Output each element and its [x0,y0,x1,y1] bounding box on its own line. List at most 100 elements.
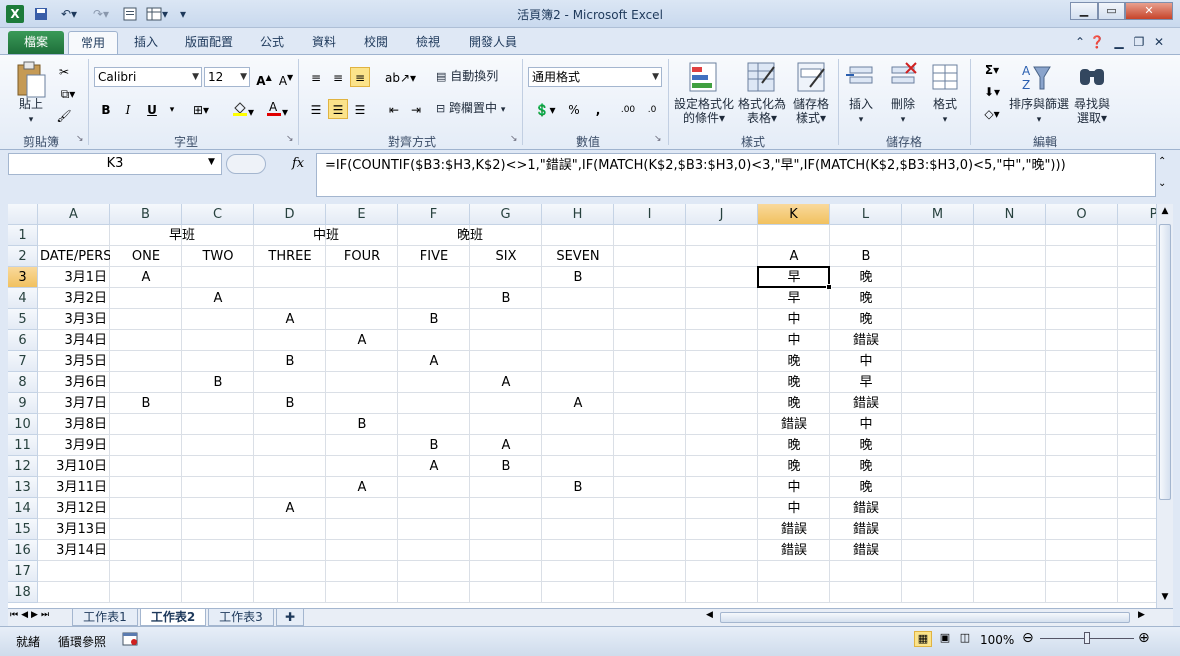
cell-m9[interactable] [902,393,974,414]
cell-k17[interactable] [758,561,830,582]
cell-b5[interactable] [110,309,182,330]
delete-cells-icon[interactable] [888,61,918,93]
cell-e17[interactable] [326,561,398,582]
cell-o17[interactable] [1046,561,1118,582]
cell-b17[interactable] [110,561,182,582]
cell-m10[interactable] [902,414,974,435]
cell-b11[interactable] [110,435,182,456]
cell-d10[interactable] [254,414,326,435]
cell-b12[interactable] [110,456,182,477]
cell-styles-icon[interactable] [796,61,826,93]
cell-i6[interactable] [614,330,686,351]
wrap-text-button[interactable]: ▤ 自動換列 [436,69,516,84]
cell-f18[interactable] [398,582,470,603]
new-sheet-icon[interactable]: ✚ [276,609,304,626]
cell-c7[interactable] [182,351,254,372]
cell-h5[interactable] [542,309,614,330]
cell-g6[interactable] [470,330,542,351]
align-left-icon[interactable]: ☰ [306,99,326,119]
cell-b7[interactable] [110,351,182,372]
cell-n7[interactable] [974,351,1046,372]
cell-b10[interactable] [110,414,182,435]
cell-e3[interactable] [326,267,398,288]
column-header-f[interactable]: F [398,204,470,225]
merge-center-button[interactable]: ⊟ 跨欄置中 ▾ [436,101,520,117]
cell-m13[interactable] [902,477,974,498]
formula-collapse-icon[interactable]: ⌃ [1158,156,1166,167]
insert-cells-button[interactable]: 插入 ▾ [844,97,878,127]
cell-m6[interactable] [902,330,974,351]
help-icon[interactable]: ❓ [1088,31,1106,54]
maximize-button[interactable]: ▭ [1098,2,1125,20]
cell-f13[interactable] [398,477,470,498]
row-header-17[interactable]: 17 [8,561,38,582]
column-header-j[interactable]: J [686,204,758,225]
cell-c14[interactable] [182,498,254,519]
column-header-g[interactable]: G [470,204,542,225]
formula-input[interactable]: =IF(COUNTIF($B3:$H3,K$2)<>1,"錯誤",IF(MATC… [316,153,1156,197]
cell-i14[interactable] [614,498,686,519]
cell-i4[interactable] [614,288,686,309]
cell-n10[interactable] [974,414,1046,435]
cell-m11[interactable] [902,435,974,456]
horizontal-scroll-thumb[interactable] [720,612,1130,623]
cell-h4[interactable] [542,288,614,309]
cell-b14[interactable] [110,498,182,519]
cell-e15[interactable] [326,519,398,540]
cell-d11[interactable] [254,435,326,456]
cell-e9[interactable] [326,393,398,414]
format-painter-icon[interactable]: 🖌 [54,105,74,125]
cell-h17[interactable] [542,561,614,582]
cell-f16[interactable] [398,540,470,561]
tab-page-layout[interactable]: 版面配置 [176,31,242,54]
cell-h8[interactable] [542,372,614,393]
cell-i8[interactable] [614,372,686,393]
cell-n11[interactable] [974,435,1046,456]
cell-n14[interactable] [974,498,1046,519]
cell-p14[interactable] [1118,498,1156,519]
cell-o14[interactable] [1046,498,1118,519]
zoom-in-icon[interactable]: ⊕ [1138,630,1150,646]
row-header-4[interactable]: 4 [8,288,38,309]
fill-color-icon[interactable]: ▾ [228,99,258,119]
cell-f9[interactable] [398,393,470,414]
sort-filter-button[interactable]: 排序與篩選 ▾ [1008,97,1070,127]
select-all-corner[interactable] [8,204,38,225]
cell-j9[interactable] [686,393,758,414]
tab-review[interactable]: 校閱 [354,31,398,54]
cell-m8[interactable] [902,372,974,393]
cell-b15[interactable] [110,519,182,540]
row-header-5[interactable]: 5 [8,309,38,330]
cell-p16[interactable] [1118,540,1156,561]
find-select-icon[interactable] [1076,61,1108,93]
cell-d13[interactable] [254,477,326,498]
cell-n9[interactable] [974,393,1046,414]
cell-g7[interactable] [470,351,542,372]
cell-f6[interactable] [398,330,470,351]
cell-b18[interactable] [110,582,182,603]
cell-g16[interactable] [470,540,542,561]
cell-b6[interactable] [110,330,182,351]
cell-j11[interactable] [686,435,758,456]
cell-e4[interactable] [326,288,398,309]
cell-l17[interactable] [830,561,902,582]
scroll-right-icon[interactable]: ▶ [1138,610,1145,620]
cell-h14[interactable] [542,498,614,519]
cell-n4[interactable] [974,288,1046,309]
cell-e14[interactable] [326,498,398,519]
cell-j18[interactable] [686,582,758,603]
column-header-d[interactable]: D [254,204,326,225]
cell-p10[interactable] [1118,414,1156,435]
cell-b16[interactable] [110,540,182,561]
align-middle-icon[interactable]: ≡ [328,67,348,87]
cell-o5[interactable] [1046,309,1118,330]
row-header-8[interactable]: 8 [8,372,38,393]
cell-c13[interactable] [182,477,254,498]
font-launcher-icon[interactable]: ↘ [286,134,294,144]
decrease-decimal-icon[interactable]: .0 [642,99,662,119]
format-cells-button[interactable]: 格式 ▾ [928,97,962,127]
row-header-2[interactable]: 2 [8,246,38,267]
column-header-h[interactable]: H [542,204,614,225]
bold-button[interactable]: B [96,99,116,119]
cell-j4[interactable] [686,288,758,309]
